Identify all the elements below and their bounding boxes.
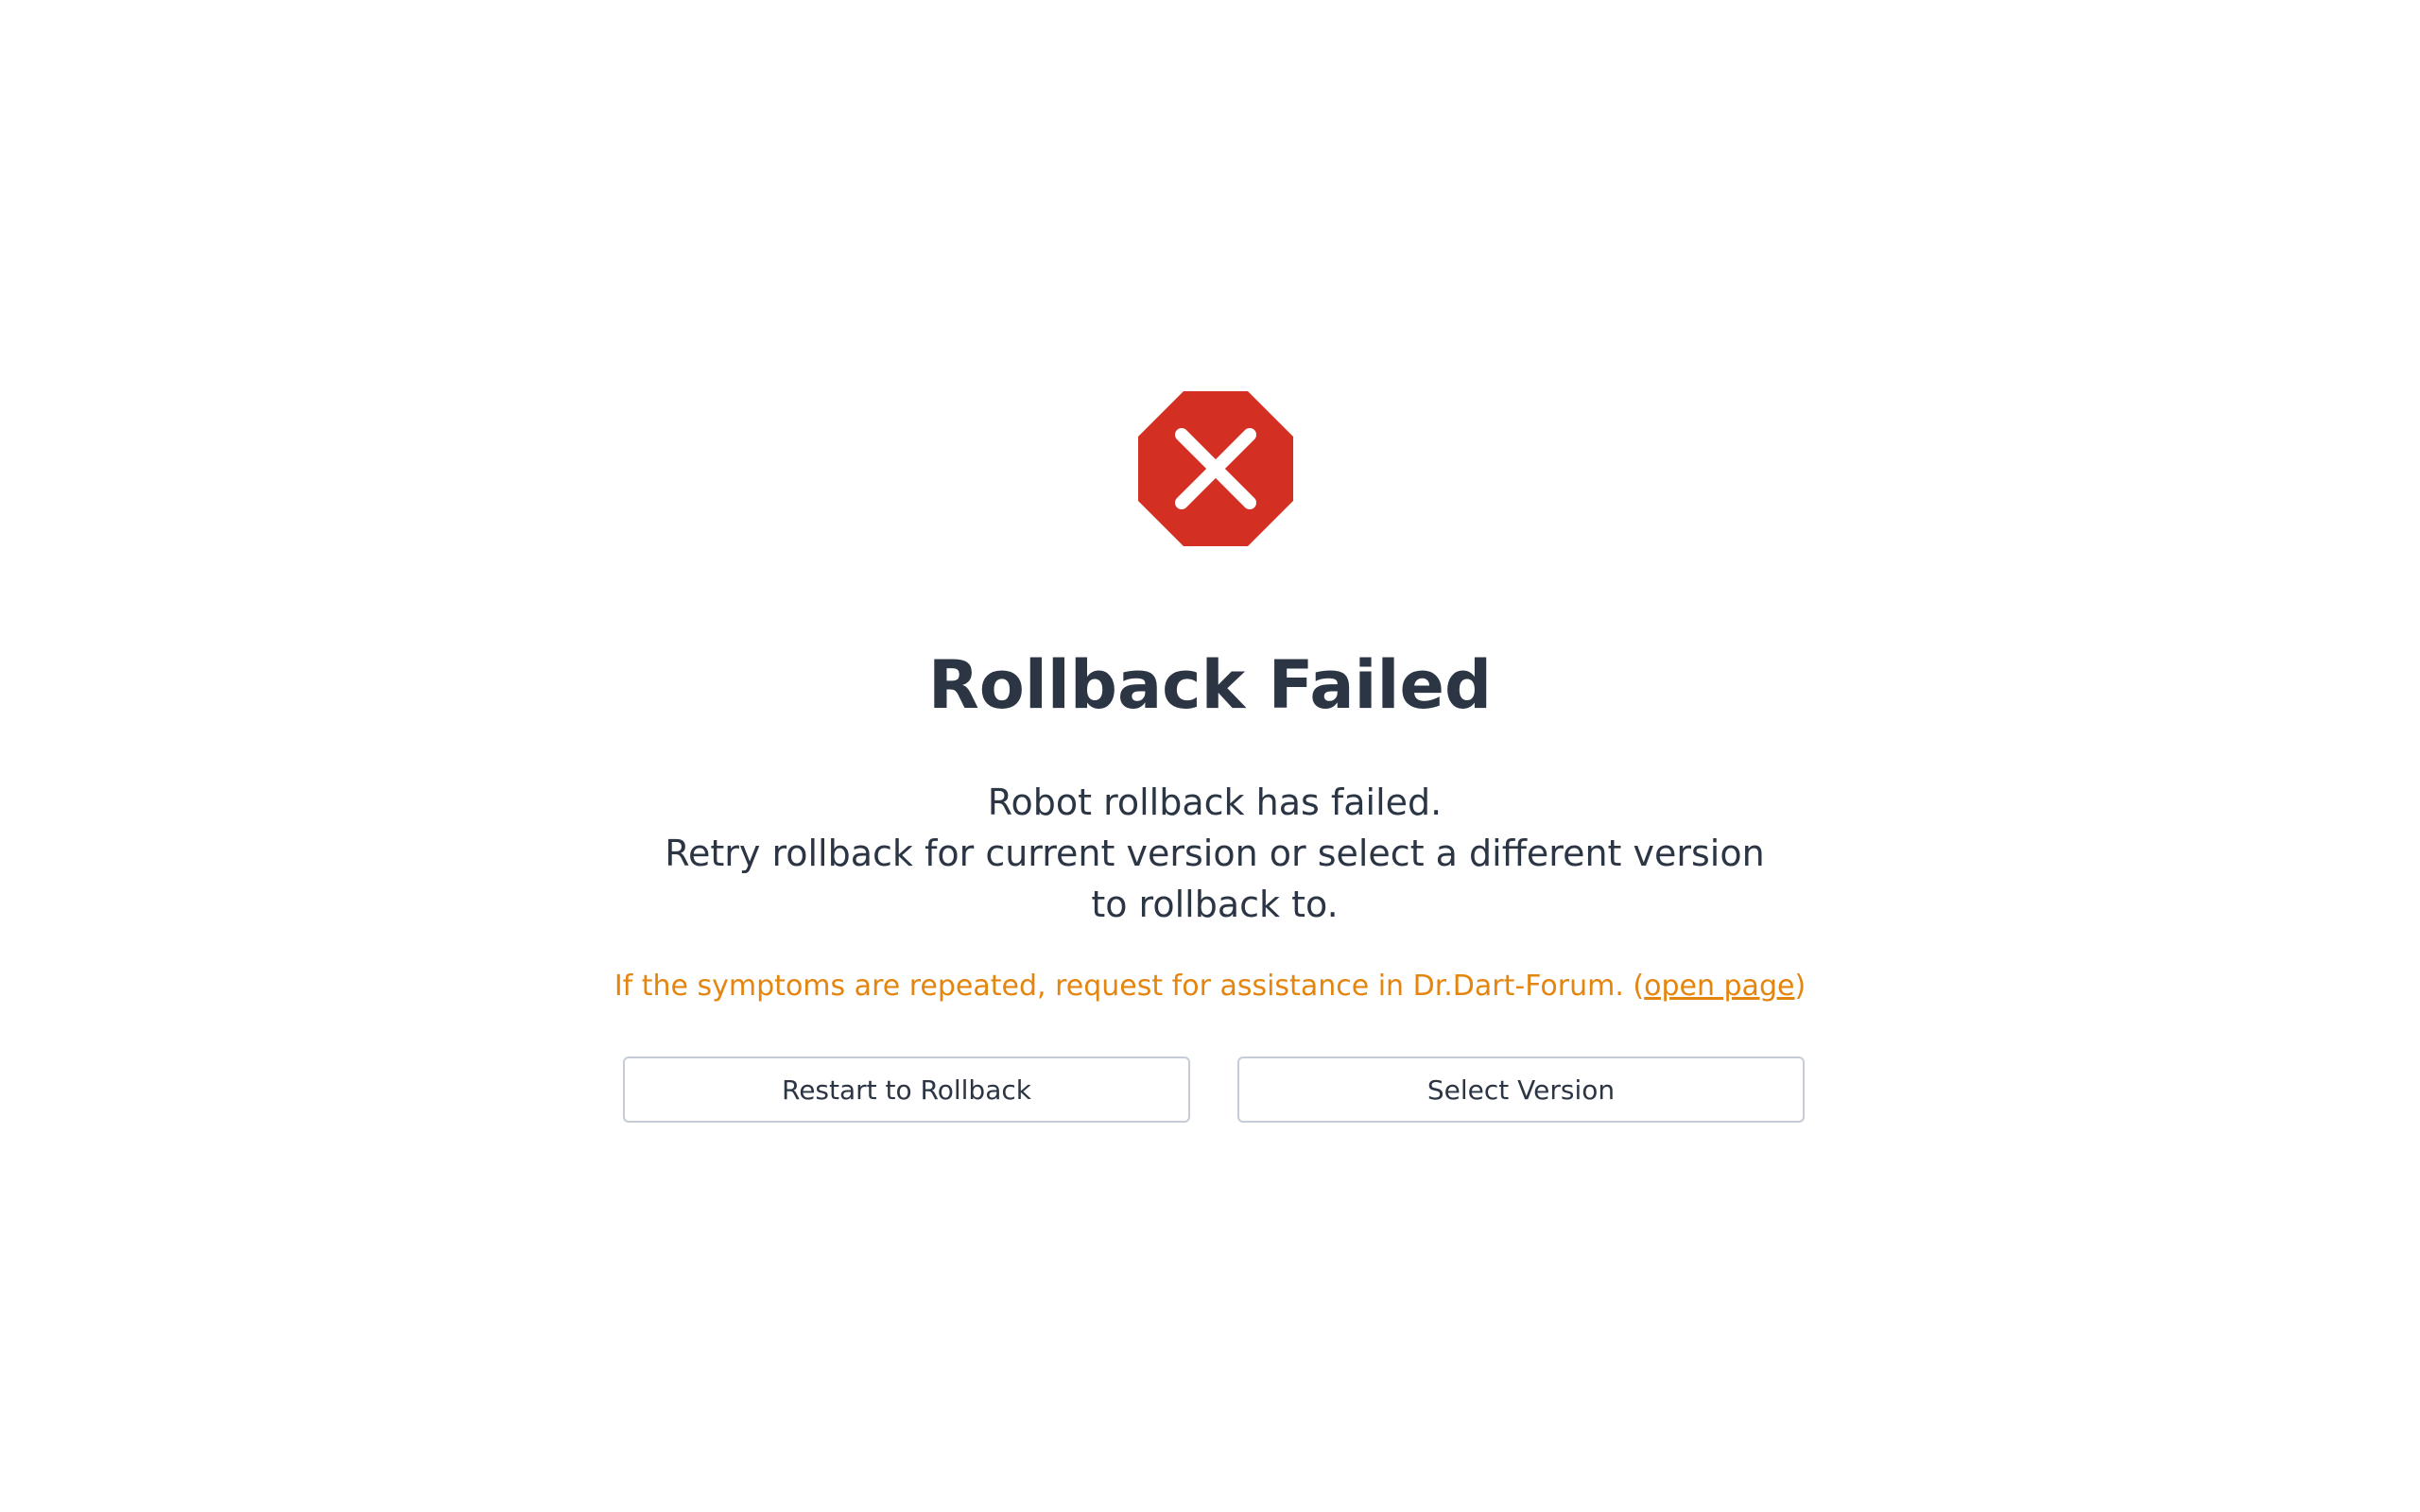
error-octagon-icon <box>1138 391 1293 546</box>
message-line: Retry rollback for current version or se… <box>665 833 1765 874</box>
message-line: Robot rollback has failed. <box>987 782 1443 823</box>
select-version-button[interactable]: Select Version <box>1237 1057 1805 1123</box>
restart-to-rollback-button[interactable]: Restart to Rollback <box>623 1057 1190 1123</box>
dialog-message: Robot rollback has failed. Retry rollbac… <box>643 777 1787 930</box>
dialog-title: Rollback Failed <box>927 646 1493 724</box>
assistance-notice: If the symptoms are repeated, request fo… <box>0 966 2420 1007</box>
message-line: to rollback to. <box>1091 884 1339 925</box>
notice-text: If the symptoms are repeated, request fo… <box>614 970 1645 1003</box>
open-page-link[interactable]: open page <box>1644 970 1794 1003</box>
notice-suffix: ) <box>1794 970 1806 1003</box>
